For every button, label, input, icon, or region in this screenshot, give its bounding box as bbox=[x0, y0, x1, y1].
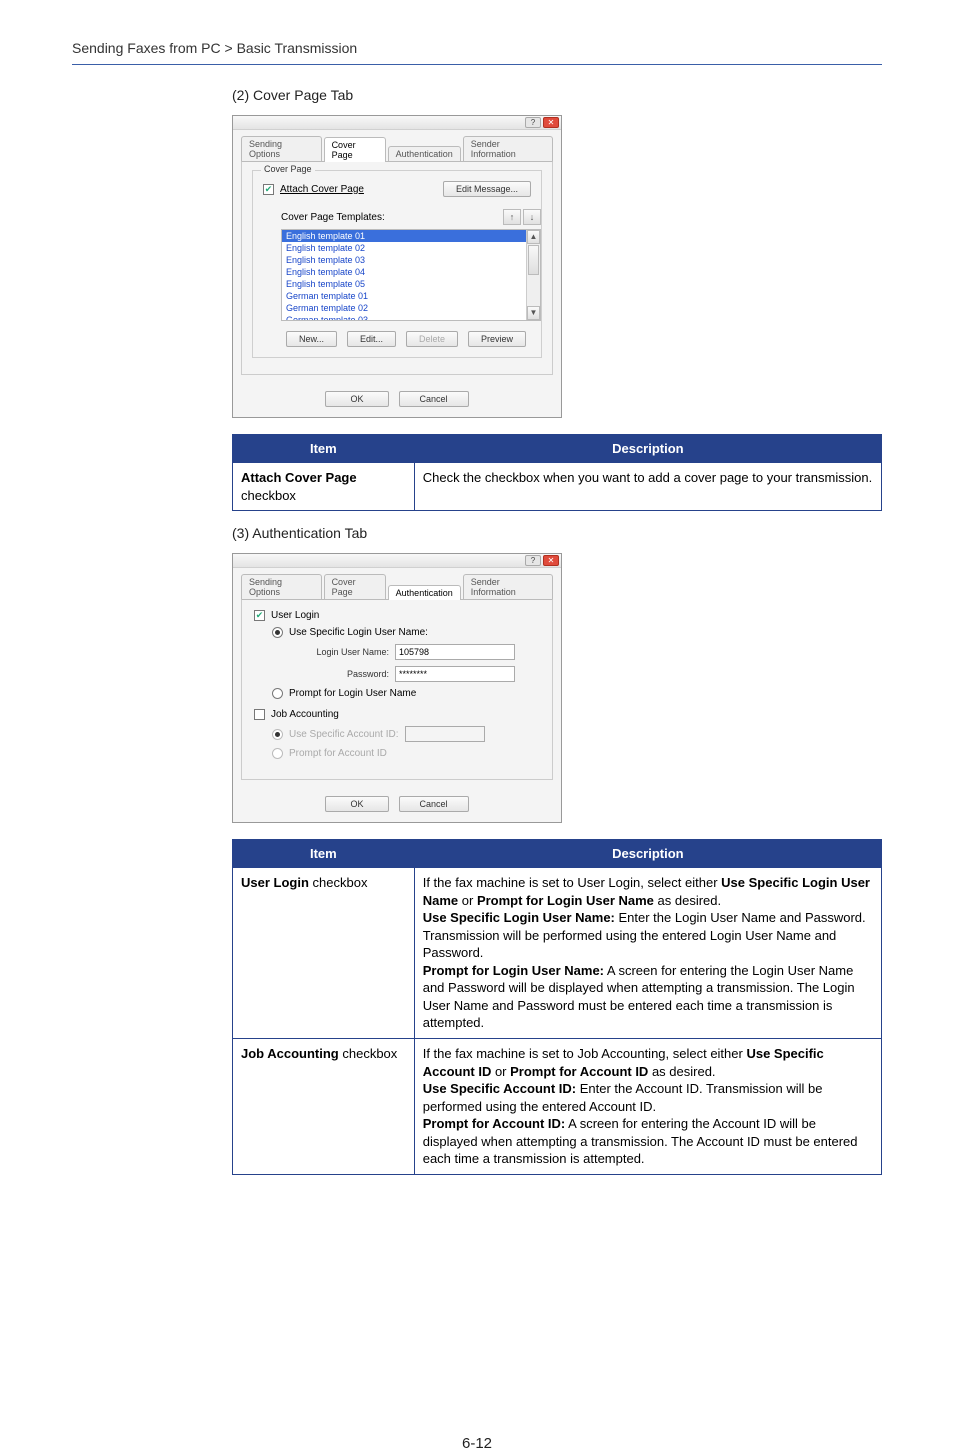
tab-authentication[interactable]: Authentication bbox=[388, 146, 461, 161]
use-specific-login-label: Use Specific Login User Name: bbox=[289, 627, 428, 638]
attach-cover-page-checkbox[interactable] bbox=[263, 184, 274, 195]
txt-strong: Use Specific Account ID: bbox=[423, 1081, 576, 1096]
templates-label: Cover Page Templates: bbox=[281, 212, 385, 223]
authentication-table: Item Description User Login checkbox If … bbox=[232, 839, 882, 1175]
tab-cover-page[interactable]: Cover Page bbox=[324, 137, 386, 162]
ok-button[interactable]: OK bbox=[325, 391, 388, 407]
list-scrollbar[interactable]: ▲ ▼ bbox=[526, 230, 540, 320]
item-rest: checkbox bbox=[309, 875, 368, 890]
txt: If the fax machine is set to User Login,… bbox=[423, 875, 721, 890]
help-icon[interactable]: ? bbox=[525, 555, 541, 566]
delete-button[interactable]: Delete bbox=[406, 331, 458, 347]
user-login-checkbox[interactable] bbox=[254, 610, 265, 621]
list-item[interactable]: German template 01 bbox=[282, 290, 540, 302]
txt: If the fax machine is set to Job Account… bbox=[423, 1046, 747, 1061]
job-accounting-label: Job Accounting bbox=[271, 709, 339, 720]
tab-authentication[interactable]: Authentication bbox=[388, 585, 461, 600]
account-id-field bbox=[405, 726, 485, 742]
section-heading-authentication: (3) Authentication Tab bbox=[232, 525, 882, 541]
use-specific-login-radio[interactable] bbox=[272, 627, 283, 638]
txt-strong: Prompt for Account ID: bbox=[423, 1116, 566, 1131]
move-down-button[interactable]: ↓ bbox=[523, 209, 541, 225]
td-item: Attach Cover Page checkbox bbox=[233, 463, 415, 511]
login-user-name-field[interactable]: 105798 bbox=[395, 644, 515, 660]
item-strong: Attach Cover Page bbox=[241, 470, 357, 485]
tab-sending-options[interactable]: Sending Options bbox=[241, 136, 322, 161]
list-item[interactable]: English template 02 bbox=[282, 242, 540, 254]
td-item: Job Accounting checkbox bbox=[233, 1039, 415, 1175]
tab-sender-information[interactable]: Sender Information bbox=[463, 574, 553, 599]
th-item: Item bbox=[233, 840, 415, 868]
td-desc: If the fax machine is set to Job Account… bbox=[414, 1039, 881, 1175]
list-item[interactable]: English template 04 bbox=[282, 266, 540, 278]
th-description: Description bbox=[414, 840, 881, 868]
authentication-dialog: ? ✕ Sending Options Cover Page Authentic… bbox=[232, 553, 562, 823]
cover-page-dialog: ? ✕ Sending Options Cover Page Authentic… bbox=[232, 115, 562, 418]
prompt-login-radio[interactable] bbox=[272, 688, 283, 699]
list-item[interactable]: German template 02 bbox=[282, 302, 540, 314]
list-item[interactable]: English template 01 bbox=[282, 230, 540, 242]
new-button[interactable]: New... bbox=[286, 331, 337, 347]
scroll-down-icon[interactable]: ▼ bbox=[527, 306, 540, 320]
cancel-button[interactable]: Cancel bbox=[399, 796, 469, 812]
use-specific-account-radio bbox=[272, 729, 283, 740]
dialog-titlebar: ? ✕ bbox=[233, 554, 561, 568]
item-rest: checkbox bbox=[339, 1046, 398, 1061]
item-strong: Job Accounting bbox=[241, 1046, 339, 1061]
tab-cover-page[interactable]: Cover Page bbox=[324, 574, 386, 599]
prompt-account-label: Prompt for Account ID bbox=[289, 748, 387, 759]
txt-strong: Prompt for Account ID bbox=[510, 1064, 648, 1079]
close-icon[interactable]: ✕ bbox=[543, 117, 559, 128]
attach-cover-page-label: Attach Cover Page bbox=[280, 184, 364, 195]
tab-row: Sending Options Cover Page Authenticatio… bbox=[233, 568, 561, 599]
txt: or bbox=[491, 1064, 510, 1079]
ok-button[interactable]: OK bbox=[325, 796, 388, 812]
cancel-button[interactable]: Cancel bbox=[399, 391, 469, 407]
job-accounting-checkbox[interactable] bbox=[254, 709, 265, 720]
password-field[interactable]: ******** bbox=[395, 666, 515, 682]
tab-sending-options[interactable]: Sending Options bbox=[241, 574, 322, 599]
list-item[interactable]: German template 03 bbox=[282, 314, 540, 321]
list-item[interactable]: English template 03 bbox=[282, 254, 540, 266]
scroll-up-icon[interactable]: ▲ bbox=[527, 230, 540, 244]
breadcrumb: Sending Faxes from PC > Basic Transmissi… bbox=[72, 40, 882, 65]
cover-page-group: Cover Page Attach Cover Page Edit Messag… bbox=[252, 170, 542, 358]
txt: as desired. bbox=[648, 1064, 715, 1079]
item-strong: User Login bbox=[241, 875, 309, 890]
tab-sender-information[interactable]: Sender Information bbox=[463, 136, 553, 161]
prompt-login-label: Prompt for Login User Name bbox=[289, 688, 416, 699]
txt-strong: Use Specific Login User Name: bbox=[423, 910, 615, 925]
txt: as desired. bbox=[654, 893, 721, 908]
item-rest: checkbox bbox=[241, 488, 296, 503]
txt: or bbox=[458, 893, 477, 908]
section-heading-cover-page: (2) Cover Page Tab bbox=[232, 87, 882, 103]
edit-message-button[interactable]: Edit Message... bbox=[443, 181, 531, 197]
scroll-thumb[interactable] bbox=[528, 245, 539, 275]
td-desc: If the fax machine is set to User Login,… bbox=[414, 868, 881, 1039]
list-item[interactable]: English template 05 bbox=[282, 278, 540, 290]
move-up-button[interactable]: ↑ bbox=[503, 209, 521, 225]
templates-listbox[interactable]: English template 01 English template 02 … bbox=[281, 229, 541, 321]
group-label: Cover Page bbox=[261, 164, 315, 174]
dialog-titlebar: ? ✕ bbox=[233, 116, 561, 130]
tab-row: Sending Options Cover Page Authenticatio… bbox=[233, 130, 561, 161]
password-label: Password: bbox=[294, 669, 389, 679]
preview-button[interactable]: Preview bbox=[468, 331, 526, 347]
prompt-account-radio bbox=[272, 748, 283, 759]
help-icon[interactable]: ? bbox=[525, 117, 541, 128]
page-number: 6-12 bbox=[72, 1435, 882, 1452]
td-desc: Check the checkbox when you want to add … bbox=[414, 463, 881, 511]
use-specific-account-label: Use Specific Account ID: bbox=[289, 729, 399, 740]
login-user-name-label: Login User Name: bbox=[294, 647, 389, 657]
edit-button[interactable]: Edit... bbox=[347, 331, 396, 347]
th-item: Item bbox=[233, 435, 415, 463]
txt-strong: Prompt for Login User Name: bbox=[423, 963, 604, 978]
user-login-label: User Login bbox=[271, 610, 319, 621]
td-item: User Login checkbox bbox=[233, 868, 415, 1039]
txt-strong: Prompt for Login User Name bbox=[477, 893, 654, 908]
th-description: Description bbox=[414, 435, 881, 463]
cover-page-table: Item Description Attach Cover Page check… bbox=[232, 434, 882, 511]
close-icon[interactable]: ✕ bbox=[543, 555, 559, 566]
